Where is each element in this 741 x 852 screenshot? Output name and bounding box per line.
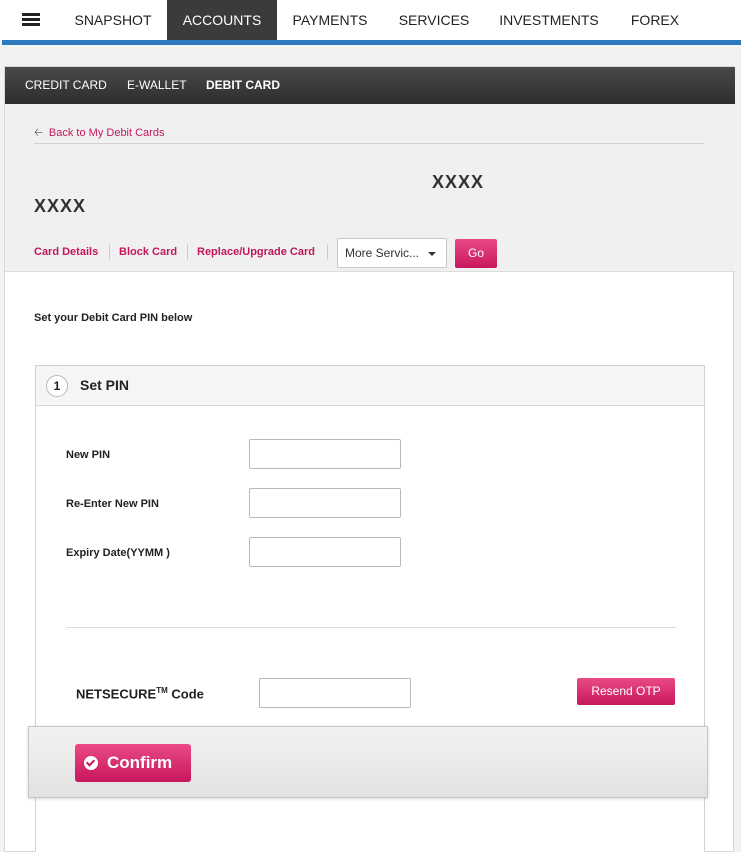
back-link[interactable]: 🡠 Back to My Debit Cards <box>34 124 164 143</box>
background-pattern <box>0 45 741 67</box>
netsecure-suffix: Code <box>167 686 204 702</box>
new-pin-label: New PIN <box>66 449 111 461</box>
reenter-pin-label: Re-Enter New PIN <box>66 498 159 510</box>
arrow-left-icon: 🡠 <box>34 127 43 139</box>
expiry-date-label: Expiry Date(YYMM ) <box>66 547 170 559</box>
confirm-button[interactable]: Confirm <box>75 744 191 782</box>
nav-accounts[interactable]: ACCOUNTS <box>167 0 277 40</box>
reenter-pin-input[interactable] <box>249 488 401 518</box>
expiry-date-input[interactable] <box>249 537 401 567</box>
nav-forex[interactable]: FOREX <box>615 0 695 40</box>
card-number-left: XXXX <box>34 196 87 216</box>
trademark-mark: TM <box>156 686 168 695</box>
divider <box>66 627 676 628</box>
form-intro: Set your Debit Card PIN below <box>34 312 193 324</box>
nav-services[interactable]: SERVICES <box>385 0 483 40</box>
netsecure-code-input[interactable] <box>259 678 411 708</box>
new-pin-input[interactable] <box>249 439 401 469</box>
top-navigation: SNAPSHOT ACCOUNTS PAYMENTS SERVICES INVE… <box>0 0 741 40</box>
divider <box>34 143 704 144</box>
netsecure-label: NETSECURETM Code <box>76 686 204 701</box>
sub-navigation: CREDIT CARD E-WALLET DEBIT CARD <box>5 67 735 104</box>
replace-upgrade-card-link[interactable]: Replace/Upgrade Card <box>197 246 315 258</box>
card-details-link[interactable]: Card Details <box>34 246 98 258</box>
hamburger-menu-icon[interactable] <box>22 13 40 27</box>
confirm-label: Confirm <box>107 753 173 772</box>
go-button[interactable]: Go <box>455 239 497 268</box>
card-header: 🡠 Back to My Debit Cards XXXX XXXX Card D… <box>5 104 735 272</box>
separator <box>187 244 188 260</box>
back-link-label: Back to My Debit Cards <box>48 127 165 139</box>
subnav-debit-card[interactable]: DEBIT CARD <box>206 67 280 104</box>
separator <box>109 244 110 260</box>
check-circle-icon <box>84 756 98 770</box>
separator <box>327 244 328 260</box>
block-card-link[interactable]: Block Card <box>119 246 177 258</box>
caret-down-icon <box>428 252 436 256</box>
nav-investments[interactable]: INVESTMENTS <box>488 0 610 40</box>
subnav-credit-card[interactable]: CREDIT CARD <box>25 67 107 104</box>
confirm-bar: Confirm <box>28 726 708 798</box>
section-title: Set PIN <box>80 377 130 393</box>
subnav-e-wallet[interactable]: E-WALLET <box>127 67 187 104</box>
step-number: 1 <box>46 375 68 397</box>
netsecure-text: NETSECURE <box>76 686 157 702</box>
nav-snapshot[interactable]: SNAPSHOT <box>60 0 166 40</box>
card-number-right: XXXX <box>432 172 485 192</box>
nav-payments[interactable]: PAYMENTS <box>280 0 380 40</box>
section-header: 1 Set PIN <box>36 366 704 406</box>
more-services-select[interactable]: More Servic... <box>337 238 447 268</box>
resend-otp-button[interactable]: Resend OTP <box>577 678 675 705</box>
more-services-value: More Servic... <box>345 246 420 260</box>
